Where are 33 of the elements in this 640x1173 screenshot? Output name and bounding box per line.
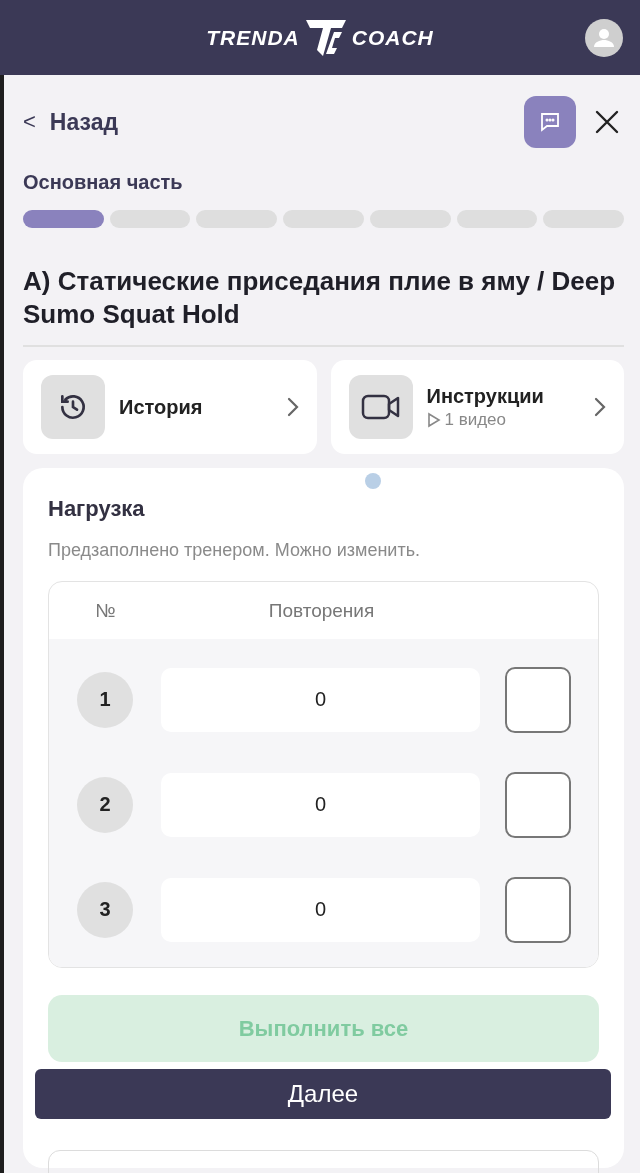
checkbox[interactable] — [505, 771, 571, 838]
reps-field[interactable]: 0 — [161, 772, 480, 837]
chevron-right-icon — [594, 397, 606, 417]
reps-field[interactable]: 0 — [161, 667, 480, 732]
play-icon — [426, 411, 441, 428]
video-count: 1 видео — [444, 409, 507, 430]
set-number: 1 — [77, 671, 133, 728]
dot-icon — [365, 473, 381, 489]
link-card[interactable]: История — [23, 360, 317, 454]
column-header: Повторения — [267, 599, 376, 622]
hint-text: Предзаполнено тренером. Можно изменить. — [48, 540, 422, 561]
checkbox[interactable] — [505, 666, 571, 733]
set-number: 3 — [77, 881, 133, 938]
back-button[interactable]: < Назад — [23, 108, 119, 136]
next-button[interactable]: Далее — [35, 1069, 611, 1119]
checkbox[interactable] — [505, 876, 571, 943]
card-title: Нагрузка — [48, 496, 146, 522]
chat-button[interactable] — [524, 96, 576, 148]
section-title: Основная часть — [23, 171, 184, 194]
set-number: 2 — [77, 776, 133, 833]
link-label: История — [119, 395, 204, 419]
video-camera-icon — [360, 392, 401, 422]
logo-text: COACH — [351, 25, 434, 50]
link-card[interactable]: Инструкции 1 видео — [330, 360, 624, 454]
logo-text: TRENDA — [206, 25, 300, 50]
chat-icon — [538, 110, 562, 134]
exercise-title: А) Статические приседания плие в яму / Deep Sumo Squat Hold — [23, 265, 617, 331]
avatar-icon[interactable] — [585, 19, 623, 57]
column-header: № — [94, 599, 117, 622]
chevron-right-icon — [286, 397, 299, 417]
link-label: Инструкции — [426, 384, 545, 408]
reps-field[interactable]: 0 — [161, 877, 480, 942]
logo-emblem-icon — [303, 17, 348, 58]
